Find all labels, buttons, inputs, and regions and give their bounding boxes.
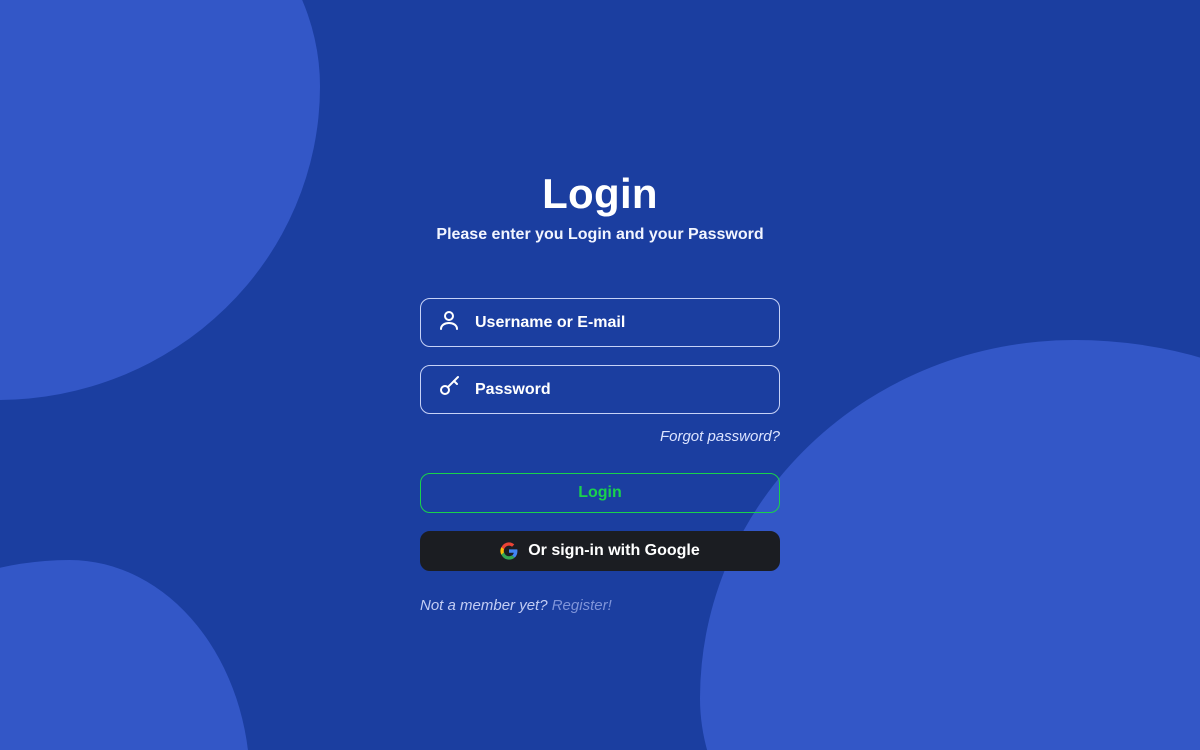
user-icon [437, 308, 461, 337]
not-member-text: Not a member yet? [420, 597, 552, 614]
password-field[interactable] [420, 365, 780, 414]
login-form: Forgot password? Login Or sign-in with G… [420, 298, 780, 614]
register-prompt: Not a member yet? Register! [420, 597, 780, 614]
key-icon [437, 375, 461, 404]
login-panel: Login Please enter you Login and your Pa… [0, 0, 1200, 750]
page-subtitle: Please enter you Login and your Password [436, 226, 763, 244]
login-button-label: Login [578, 484, 622, 502]
login-button[interactable]: Login [420, 473, 780, 513]
username-input[interactable] [475, 314, 763, 332]
google-icon [500, 542, 518, 560]
password-input[interactable] [475, 381, 763, 399]
google-button-label: Or sign-in with Google [528, 542, 700, 560]
register-link[interactable]: Register! [552, 597, 612, 614]
forgot-password-link[interactable]: Forgot password? [420, 428, 780, 445]
page-title: Login [542, 170, 658, 218]
username-field[interactable] [420, 298, 780, 347]
google-signin-button[interactable]: Or sign-in with Google [420, 531, 780, 571]
